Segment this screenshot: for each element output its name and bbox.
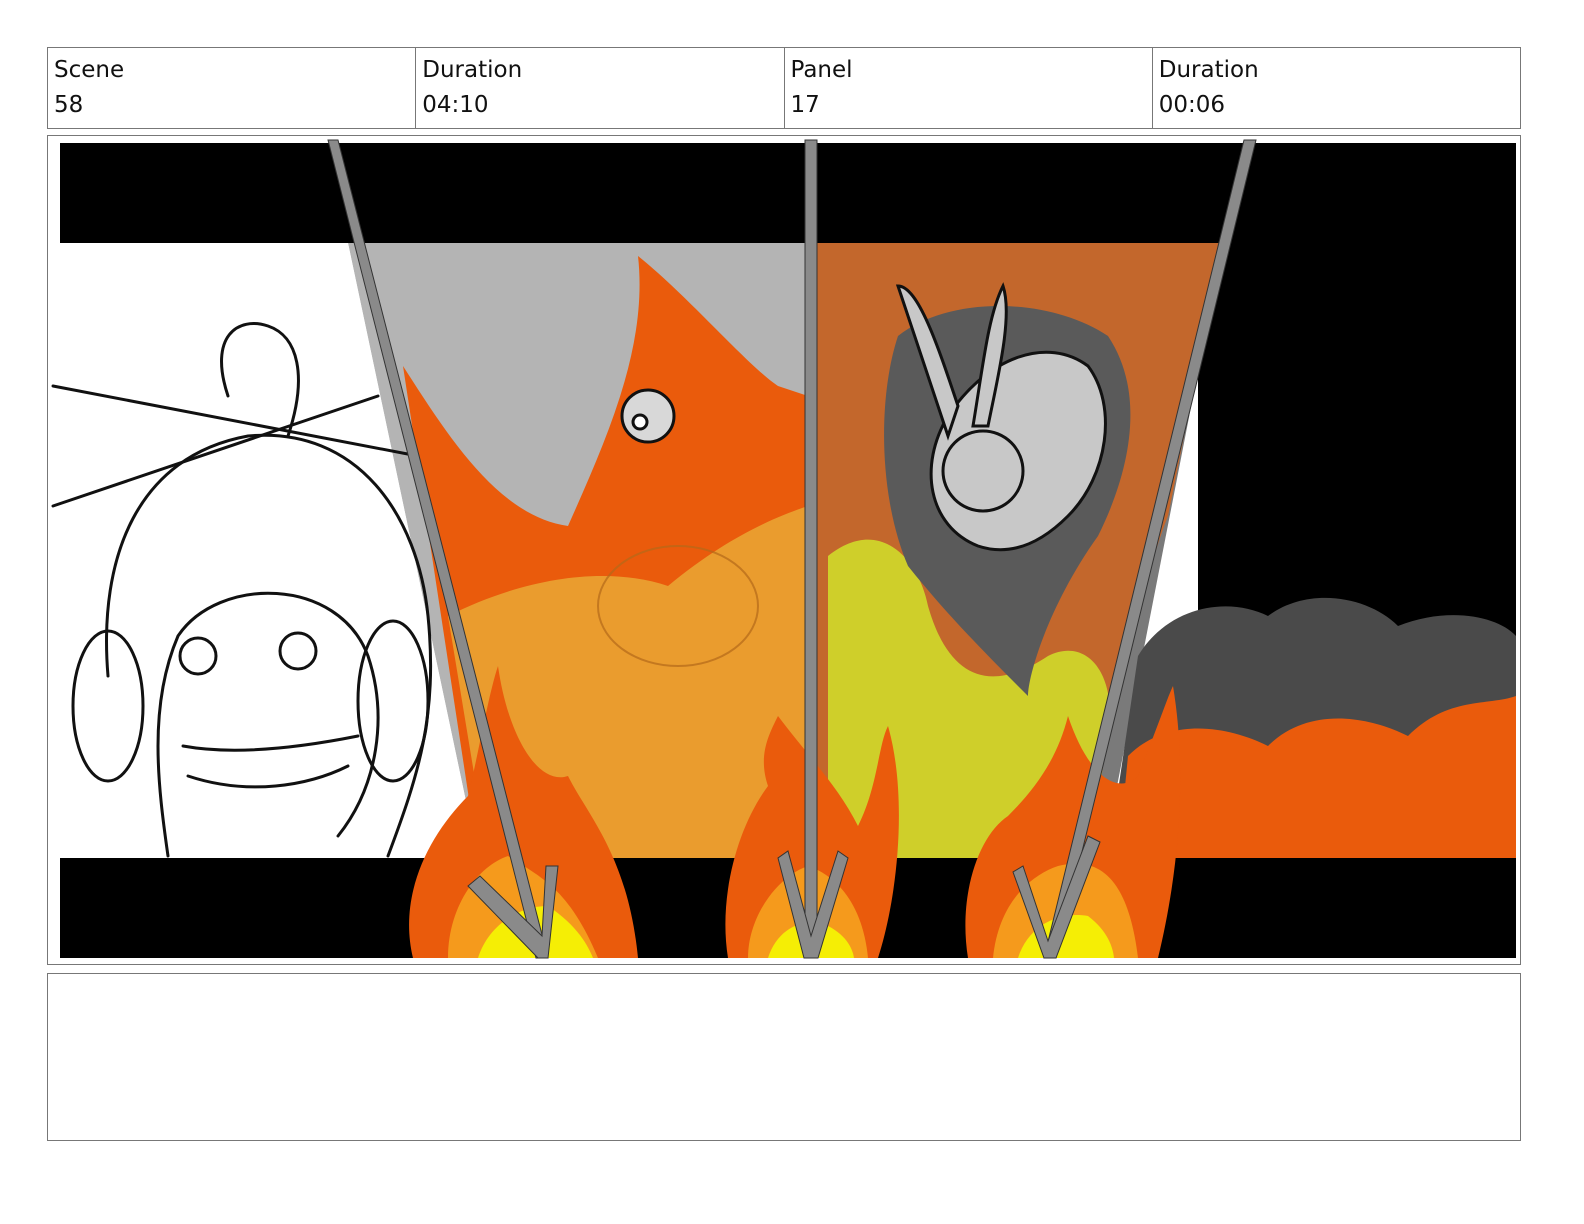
storyboard-illustration <box>51 139 1516 959</box>
panel-duration-cell: Duration 00:06 <box>1153 48 1520 128</box>
panel-info-header: Scene 58 Duration 04:10 Panel 17 Duratio… <box>47 47 1521 129</box>
panel-duration-value: 00:06 <box>1158 92 1226 118</box>
chick-head <box>620 388 676 444</box>
scene-cell: Scene 58 <box>48 48 417 128</box>
panel-duration-label: Duration <box>1158 57 1259 83</box>
scene-duration-cell: Duration 04:10 <box>416 48 785 128</box>
rabbit-head <box>941 429 1025 513</box>
divider-center <box>804 139 818 959</box>
panel-number: 17 <box>790 92 820 118</box>
scene-number: 58 <box>54 92 84 118</box>
notes-box[interactable] <box>47 973 1521 1141</box>
panel-cell: Panel 17 <box>785 48 1153 128</box>
storyboard-panel-frame <box>47 135 1521 965</box>
scene-label: Scene <box>54 57 125 83</box>
chick-eye <box>631 413 649 431</box>
panel-label: Panel <box>790 57 853 83</box>
scene-duration-value: 04:10 <box>422 92 489 118</box>
scene-duration-label: Duration <box>422 57 523 83</box>
